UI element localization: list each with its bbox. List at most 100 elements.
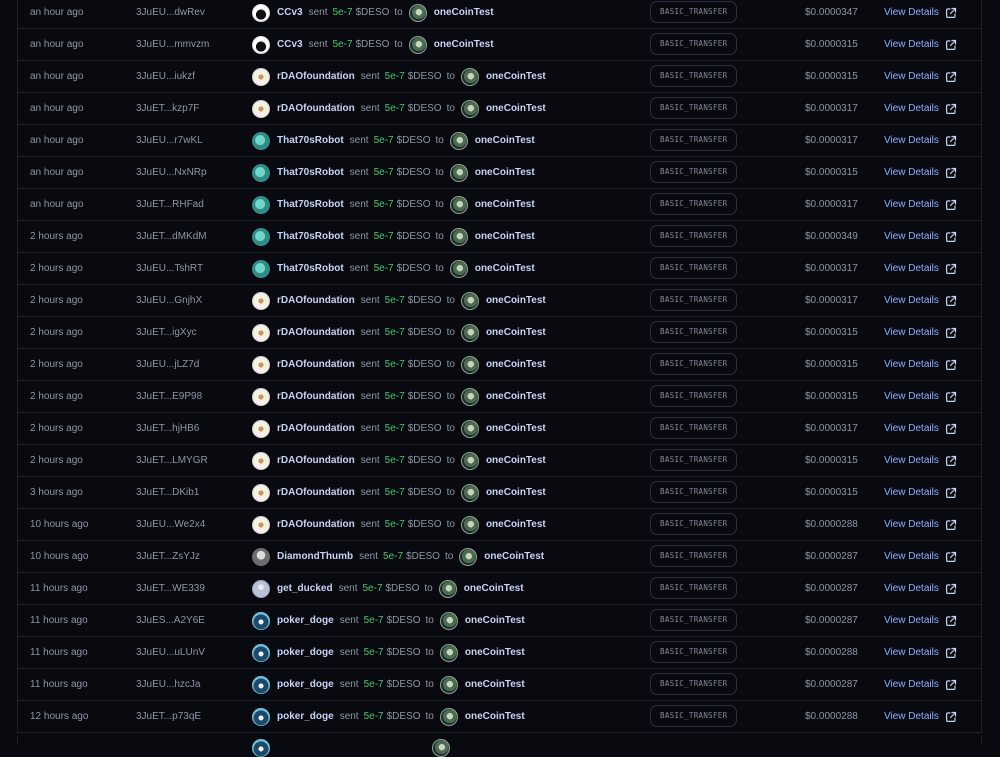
view-details-link[interactable]: View Details [884,157,957,188]
external-link-icon[interactable] [945,423,957,435]
recipient-username[interactable]: oneCoinTest [465,701,525,732]
external-link-icon[interactable] [945,327,957,339]
view-details-label[interactable]: View Details [884,349,939,380]
sender-username[interactable]: rDAOfoundation [277,93,355,124]
view-details-link[interactable]: View Details [884,573,957,604]
external-link-icon[interactable] [945,7,957,19]
sender-avatar[interactable] [252,131,270,150]
tx-hash[interactable]: 3JuET...igXyc [136,317,197,348]
sender-username[interactable]: rDAOfoundation [277,285,355,316]
external-link-icon[interactable] [945,39,957,51]
sender-avatar[interactable] [252,355,270,374]
recipient-avatar[interactable] [460,291,479,310]
sender-avatar[interactable] [252,163,270,182]
view-details-label[interactable]: View Details [884,701,939,732]
recipient-username[interactable]: oneCoinTest [486,61,546,92]
view-details-label[interactable]: View Details [884,61,939,92]
recipient-avatar[interactable] [439,643,458,662]
tx-hash[interactable]: 3JuEU...We2x4 [136,509,205,540]
recipient-avatar[interactable] [460,387,479,406]
tx-hash[interactable]: 3JuEU...NxNRp [136,157,207,188]
view-details-link[interactable]: View Details [884,61,957,92]
view-details-label[interactable]: View Details [884,29,939,60]
tx-hash[interactable]: 3JuEU...mmvzm [136,29,209,60]
tx-hash[interactable]: 3JuET...WE339 [136,573,205,604]
view-details-label[interactable]: View Details [884,189,939,220]
external-link-icon[interactable] [945,103,957,115]
view-details-label[interactable]: View Details [884,93,939,124]
tx-hash[interactable]: 3JuEU...hzcJa [136,669,200,700]
view-details-label[interactable]: View Details [884,221,939,252]
sender-avatar[interactable] [252,227,270,246]
sender-username[interactable]: poker_doge [277,605,334,636]
view-details-label[interactable]: View Details [884,669,939,700]
recipient-username[interactable]: oneCoinTest [486,93,546,124]
recipient-username[interactable]: oneCoinTest [484,541,544,572]
recipient-avatar[interactable] [449,227,468,246]
tx-hash[interactable]: 3JuEU...GnjhX [136,285,202,316]
recipient-username[interactable]: oneCoinTest [464,573,524,604]
recipient-username[interactable]: oneCoinTest [475,221,535,252]
sender-username[interactable]: rDAOfoundation [277,317,355,348]
view-details-label[interactable]: View Details [884,125,939,156]
sender-username[interactable]: rDAOfoundation [277,413,355,444]
view-details-label[interactable]: View Details [884,637,939,668]
tx-hash[interactable]: 3JuEU...iukzf [136,61,195,92]
recipient-avatar[interactable] [460,515,479,534]
sender-username[interactable]: CCv3 [277,29,303,60]
sender-avatar[interactable] [252,547,270,566]
view-details-label[interactable]: View Details [884,317,939,348]
recipient-username[interactable]: oneCoinTest [475,125,535,156]
sender-avatar[interactable] [252,99,270,118]
recipient-avatar[interactable] [439,707,458,726]
tx-hash[interactable]: 3JuEU...r7wKL [136,125,203,156]
external-link-icon[interactable] [945,199,957,211]
recipient-avatar[interactable] [449,195,468,214]
tx-hash[interactable]: 3JuET...kzp7F [136,93,199,124]
view-details-label[interactable]: View Details [884,509,939,540]
recipient-username[interactable]: oneCoinTest [486,349,546,380]
recipient-avatar[interactable] [460,451,479,470]
external-link-icon[interactable] [945,615,957,627]
external-link-icon[interactable] [945,583,957,595]
view-details-link[interactable]: View Details [884,0,957,28]
sender-username[interactable]: That70sRobot [277,125,344,156]
recipient-username[interactable]: oneCoinTest [486,381,546,412]
tx-hash[interactable]: 3JuET...RHFad [136,189,204,220]
view-details-link[interactable]: View Details [884,29,957,60]
sender-avatar[interactable] [252,451,270,470]
recipient-username[interactable]: oneCoinTest [434,29,494,60]
tx-hash[interactable]: 3JuET...p73qE [136,701,201,732]
recipient-username[interactable]: oneCoinTest [486,317,546,348]
external-link-icon[interactable] [945,135,957,147]
external-link-icon[interactable] [945,519,957,531]
recipient-avatar[interactable] [408,3,427,22]
view-details-link[interactable]: View Details [884,541,957,572]
view-details-link[interactable]: View Details [884,317,957,348]
sender-avatar[interactable] [252,291,270,310]
sender-username[interactable]: CCv3 [277,0,303,28]
recipient-avatar[interactable] [460,323,479,342]
recipient-avatar[interactable] [449,163,468,182]
sender-username[interactable]: poker_doge [277,637,334,668]
tx-hash[interactable]: 3JuEU...TshRT [136,253,203,284]
view-details-label[interactable]: View Details [884,0,939,28]
recipient-avatar[interactable] [449,131,468,150]
external-link-icon[interactable] [945,359,957,371]
external-link-icon[interactable] [945,295,957,307]
view-details-link[interactable]: View Details [884,285,957,316]
sender-avatar[interactable] [252,579,270,598]
recipient-avatar[interactable] [439,611,458,630]
sender-avatar[interactable] [252,259,270,278]
recipient-username[interactable]: oneCoinTest [486,413,546,444]
external-link-icon[interactable] [945,167,957,179]
tx-hash[interactable]: 3JuET...hjHB6 [136,413,199,444]
view-details-link[interactable]: View Details [884,701,957,732]
external-link-icon[interactable] [945,487,957,499]
view-details-link[interactable]: View Details [884,509,957,540]
sender-avatar[interactable] [252,611,270,630]
view-details-label[interactable]: View Details [884,445,939,476]
view-details-link[interactable]: View Details [884,637,957,668]
view-details-label[interactable]: View Details [884,253,939,284]
external-link-icon[interactable] [945,263,957,275]
